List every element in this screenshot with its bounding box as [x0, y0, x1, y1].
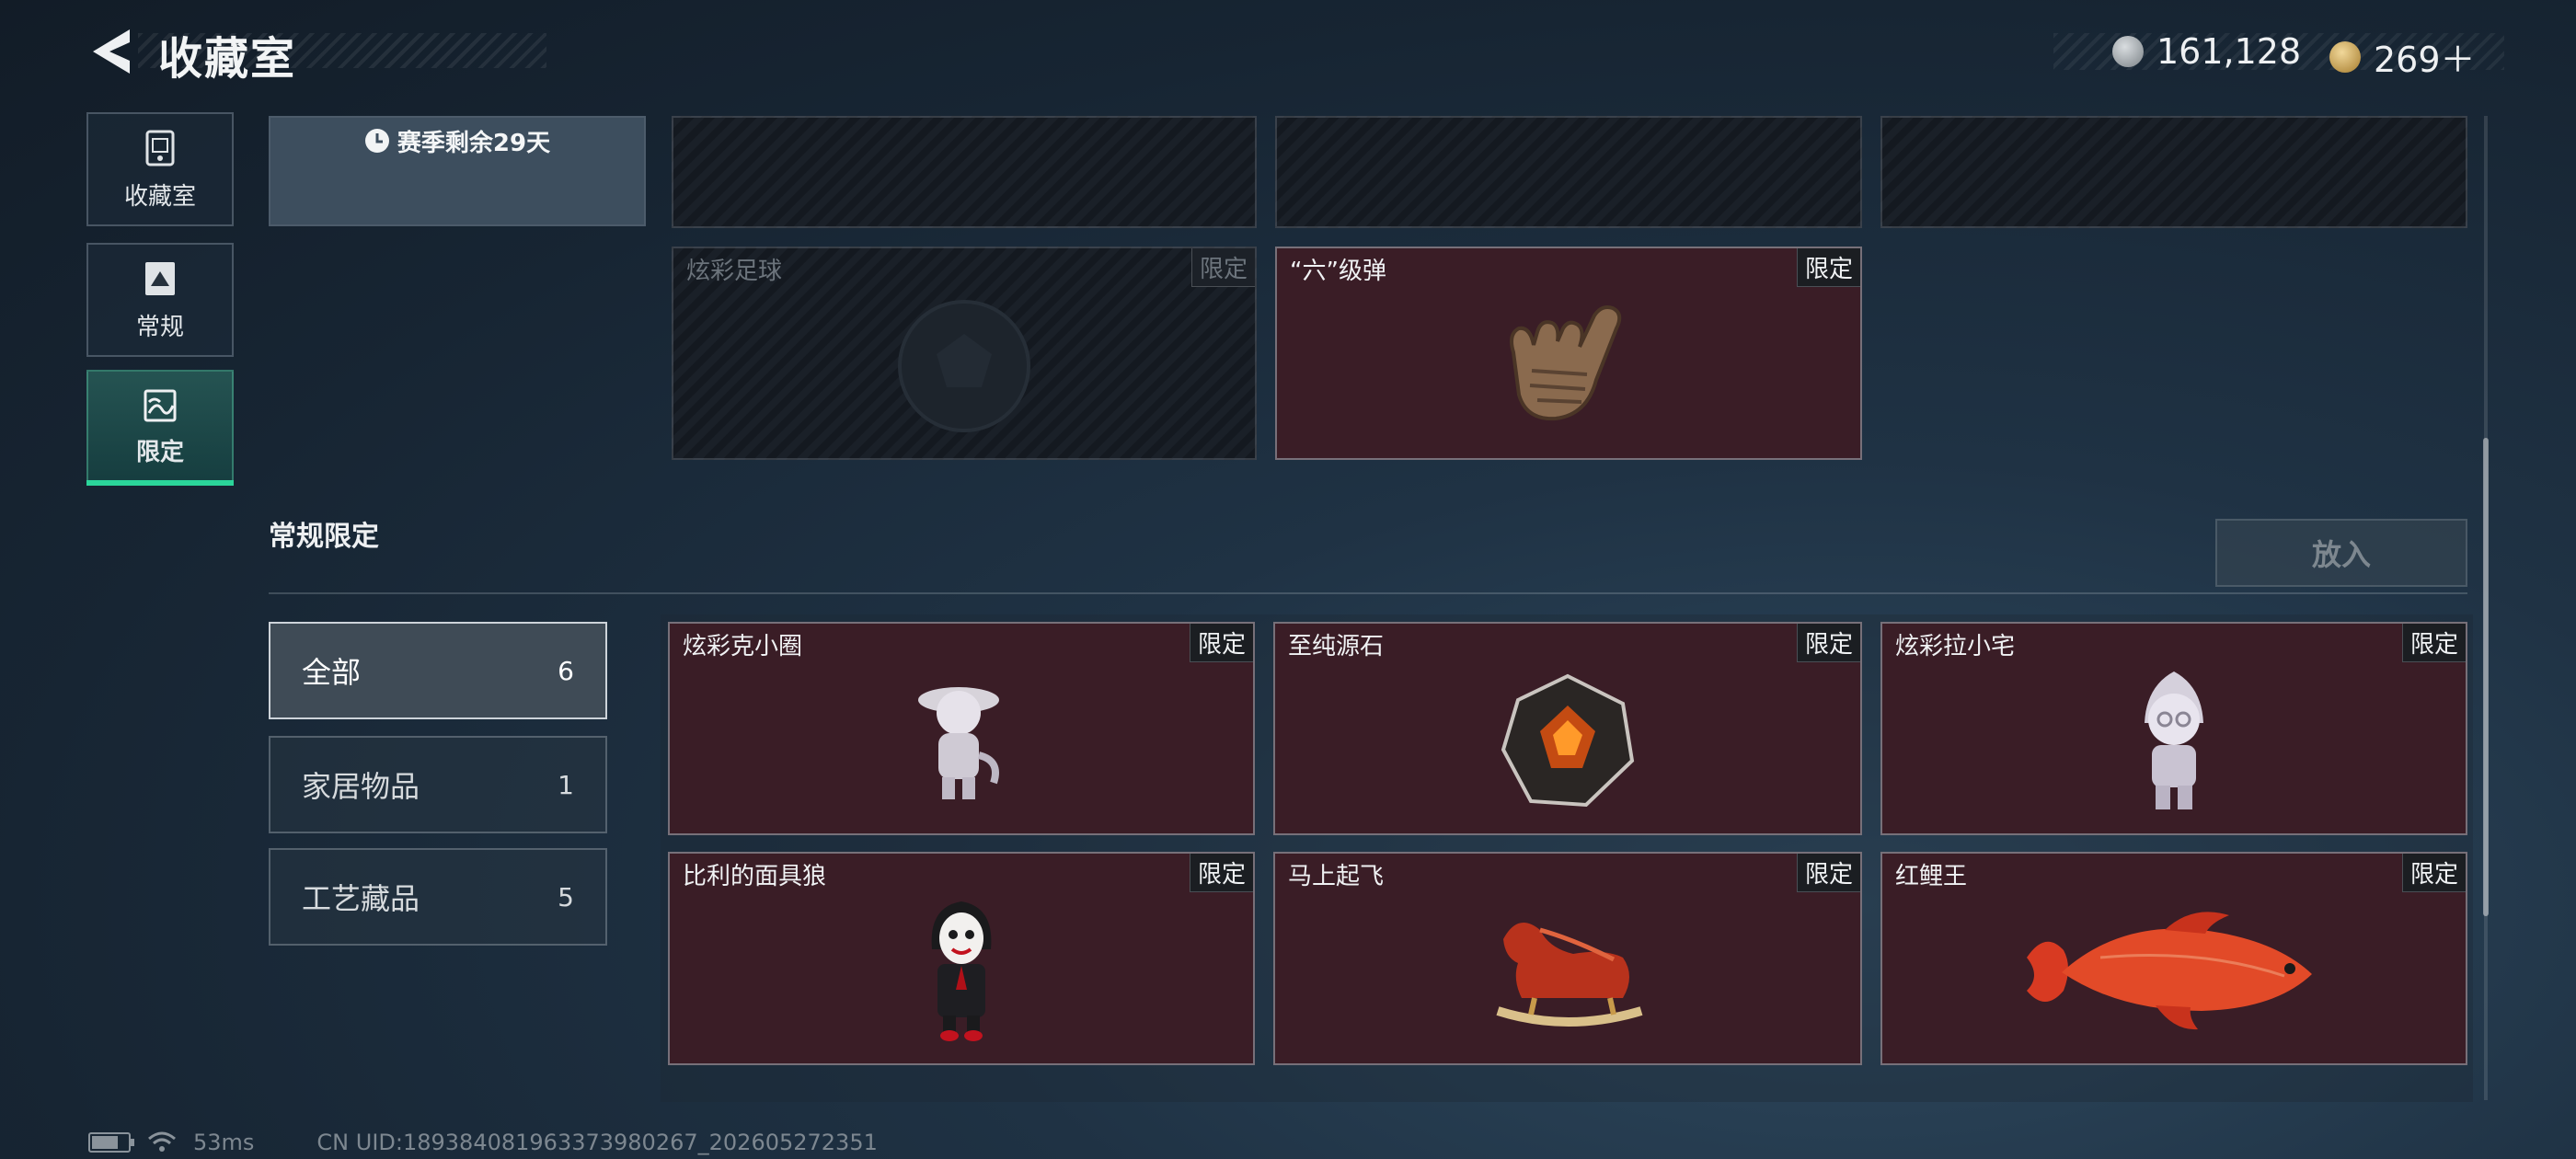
filter-all[interactable]: 全部 6: [269, 622, 607, 719]
figurine-hooded-icon: [2145, 671, 2203, 809]
card-name: 马上起飞: [1288, 863, 1385, 890]
limited-badge: 限定: [1190, 248, 1255, 287]
sidebar-item-regular[interactable]: 常规: [86, 243, 234, 357]
collection-card[interactable]: [1880, 116, 2467, 228]
card-name: 至纯源石: [1288, 633, 1385, 660]
filter-count: 6: [558, 655, 574, 686]
put-in-button[interactable]: 放入: [2215, 519, 2467, 587]
filter-count: 1: [558, 769, 574, 800]
item-card[interactable]: 至纯源石 限定: [1273, 622, 1862, 835]
trash-bin-icon: [145, 130, 175, 166]
currency-gold[interactable]: 269＋: [2329, 31, 2476, 82]
red-carp-icon: [2027, 912, 2312, 1029]
card-name: 比利的面具狼: [683, 863, 827, 890]
status-footer: 53ms CN UID:1893840819633739802​67_20260…: [88, 1130, 878, 1155]
wifi-icon: [148, 1131, 176, 1152]
item-card[interactable]: 红鲤王 限定: [1880, 852, 2467, 1065]
card-name: 炫彩足球: [686, 258, 783, 285]
collection-card-six-level-bullet[interactable]: “六”级弹 限定: [1275, 247, 1862, 460]
source-stone-gem-icon: [1501, 673, 1635, 807]
uid-text: CN UID:1893840819633739802​67_2026052723…: [316, 1130, 878, 1155]
filter-home-items[interactable]: 家居物品 1: [269, 736, 607, 833]
scrollbar-thumb[interactable]: [2483, 438, 2489, 916]
silver-coin-icon: [2112, 36, 2144, 67]
gold-coin-icon: [2329, 40, 2361, 73]
limited-badge: 限定: [1189, 624, 1253, 662]
section-title: 常规限定: [269, 521, 379, 553]
clock-icon: [364, 129, 389, 153]
active-tab-indicator: [86, 480, 234, 486]
sidebar-item-label: 限定: [135, 438, 184, 466]
season-banner: 赛季剩余29天: [269, 116, 646, 226]
back-arrow-icon: [93, 29, 130, 74]
item-card[interactable]: 炫彩拉小宅 限定: [1880, 622, 2467, 835]
filter-label: 家居物品: [302, 769, 420, 804]
currency-gold-value: 269＋: [2374, 40, 2476, 80]
limited-badge: 限定: [1796, 248, 1860, 287]
collection-card-colorful-football[interactable]: 炫彩足球 限定: [672, 247, 1257, 460]
battery-icon: [88, 1132, 134, 1153]
item-card[interactable]: 马上起飞 限定: [1273, 852, 1862, 1065]
limited-badge: 限定: [1796, 854, 1860, 892]
filter-label: 工艺藏品: [302, 881, 420, 916]
landscape-icon: [144, 389, 177, 421]
sidebar-item-limited[interactable]: 限定: [86, 370, 234, 484]
item-card[interactable]: 炫彩克小圈 限定: [668, 622, 1255, 835]
page-title: 收藏室: [158, 33, 297, 85]
limited-badge: 限定: [2401, 624, 2466, 662]
currency-silver: 161,128: [2112, 31, 2301, 72]
mountain-doc-icon: [145, 261, 175, 295]
currency-silver-value: 161,128: [2156, 31, 2302, 72]
card-name: 红鲤王: [1895, 863, 1968, 890]
masked-puppet-icon: [931, 901, 992, 1041]
back-button[interactable]: [85, 24, 136, 79]
filter-label: 全部: [302, 655, 362, 690]
football-silhouette-icon: [898, 299, 1030, 432]
season-remaining-text: 赛季剩余29天: [397, 129, 551, 157]
card-name: 炫彩拉小宅: [1895, 633, 2016, 660]
card-name: 炫彩克小圈: [683, 633, 803, 660]
card-name: “六”级弹: [1290, 258, 1386, 285]
collection-card[interactable]: [1275, 116, 1862, 228]
filter-craft-collections[interactable]: 工艺藏品 5: [269, 848, 607, 946]
item-card[interactable]: 比利的面具狼 限定: [668, 852, 1255, 1065]
limited-badge: 限定: [1189, 854, 1253, 892]
rocking-horse-icon: [1496, 922, 1643, 1027]
sidebar-item-collection[interactable]: 收藏室: [86, 112, 234, 226]
figurine-girl-icon: [918, 686, 999, 799]
section-divider: [269, 592, 2467, 594]
hand-sculpture-icon: [1510, 304, 1622, 420]
limited-badge: 限定: [1796, 624, 1860, 662]
ping-value: 53ms: [193, 1130, 255, 1155]
sidebar-item-label: 常规: [135, 313, 184, 341]
limited-badge: 限定: [2401, 854, 2466, 892]
filter-count: 5: [558, 881, 574, 912]
sidebar-item-label: 收藏室: [123, 182, 196, 211]
collection-card[interactable]: [672, 116, 1257, 228]
